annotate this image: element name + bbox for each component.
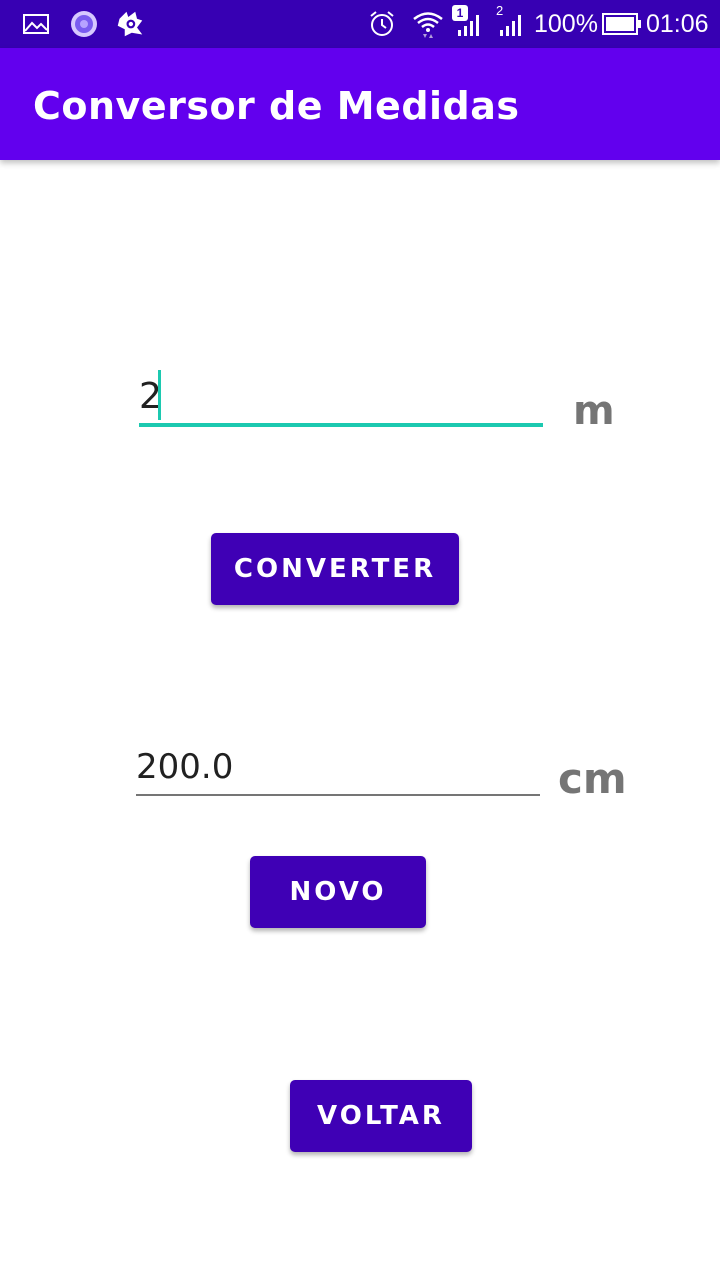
centimeters-result-underline	[136, 794, 540, 796]
battery-icon	[602, 13, 641, 35]
sync-circle-icon	[71, 11, 97, 37]
battery-percent: 100%	[534, 10, 598, 38]
meters-unit-label: m	[573, 388, 615, 434]
wifi-icon	[413, 12, 443, 38]
convert-button[interactable]: CONVERTER	[211, 533, 459, 605]
meters-input[interactable]	[139, 368, 543, 428]
avast-icon	[117, 11, 143, 37]
new-button[interactable]: NOVO	[250, 856, 426, 928]
status-bar: 1 2 100% 01:06	[0, 0, 720, 48]
gallery-icon	[23, 14, 49, 34]
clock: 01:06	[646, 10, 709, 38]
centimeters-unit-label: cm	[558, 754, 627, 803]
signal-sim2-icon	[500, 15, 521, 36]
back-button[interactable]: VOLTAR	[290, 1080, 472, 1152]
signal-sim1-icon	[458, 15, 479, 36]
alarm-icon	[370, 11, 394, 36]
text-cursor	[158, 370, 161, 420]
meters-input-underline	[139, 423, 543, 427]
app-bar: Conversor de Medidas	[0, 48, 720, 160]
screen: 1 2 100% 01:06 Conversor de Medidas 2 m …	[0, 0, 720, 1280]
centimeters-result-value: 200.0	[136, 747, 234, 787]
app-title: Conversor de Medidas	[33, 84, 520, 128]
